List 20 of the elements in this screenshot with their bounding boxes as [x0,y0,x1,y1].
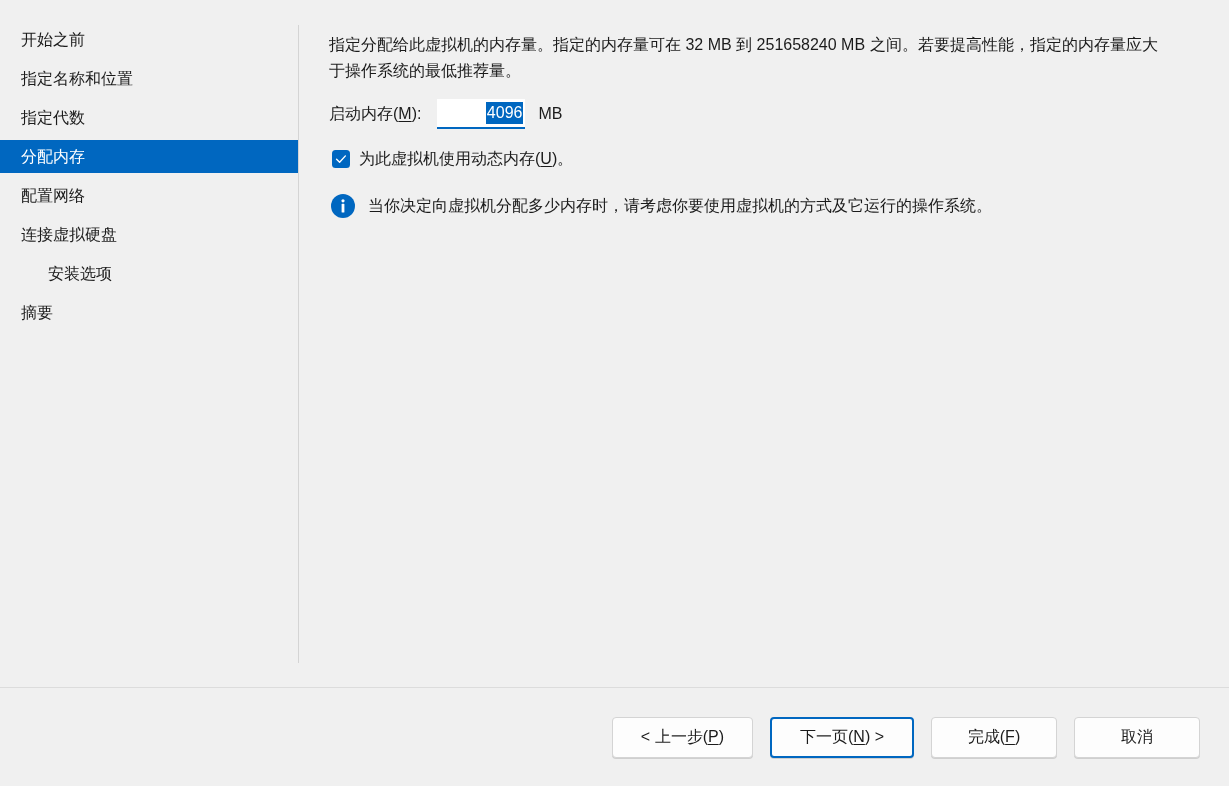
wizard-button[interactable]: 下一页(N) > [770,716,914,758]
wizard-button[interactable]: 完成(F) [931,716,1057,758]
checkbox[interactable] [332,150,350,168]
info-text: 当你决定向虚拟机分配多少内存时，请考虑你要使用虚拟机的方式及它运行的操作系统。 [368,196,992,216]
sidebar-item[interactable]: 指定代数 [0,101,298,134]
wizard-button[interactable]: < 上一步(P) [611,716,753,758]
memory-label: 启动内存(M): [329,104,422,124]
sidebar-item[interactable]: 指定名称和位置 [0,62,298,95]
info-icon [331,194,355,218]
sidebar-item[interactable]: 分配内存 [0,140,298,173]
unit-label: MB [538,104,563,124]
sidebar-item[interactable]: 配置网络 [0,179,298,212]
sidebar-item[interactable]: 摘要 [0,296,298,329]
memory-input-field[interactable]: 4096 [437,99,526,129]
description-text: 指定分配给此虚拟机的内存量。指定的内存量可在 32 MB 到 251658240 MB 之间。若要提高性能，指定的内存量应大于操作系统的最低推荐量。 [329,35,1159,81]
sidebar-item[interactable]: 安装选项 [0,257,298,290]
dynamic-memory-label: 为此虚拟机使用动态内存(U)。 [359,149,574,169]
wizard-button[interactable]: 取消 [1074,716,1200,758]
sidebar-item[interactable]: 连接虚拟硬盘 [0,218,298,251]
sidebar-item[interactable]: 开始之前 [0,23,298,56]
